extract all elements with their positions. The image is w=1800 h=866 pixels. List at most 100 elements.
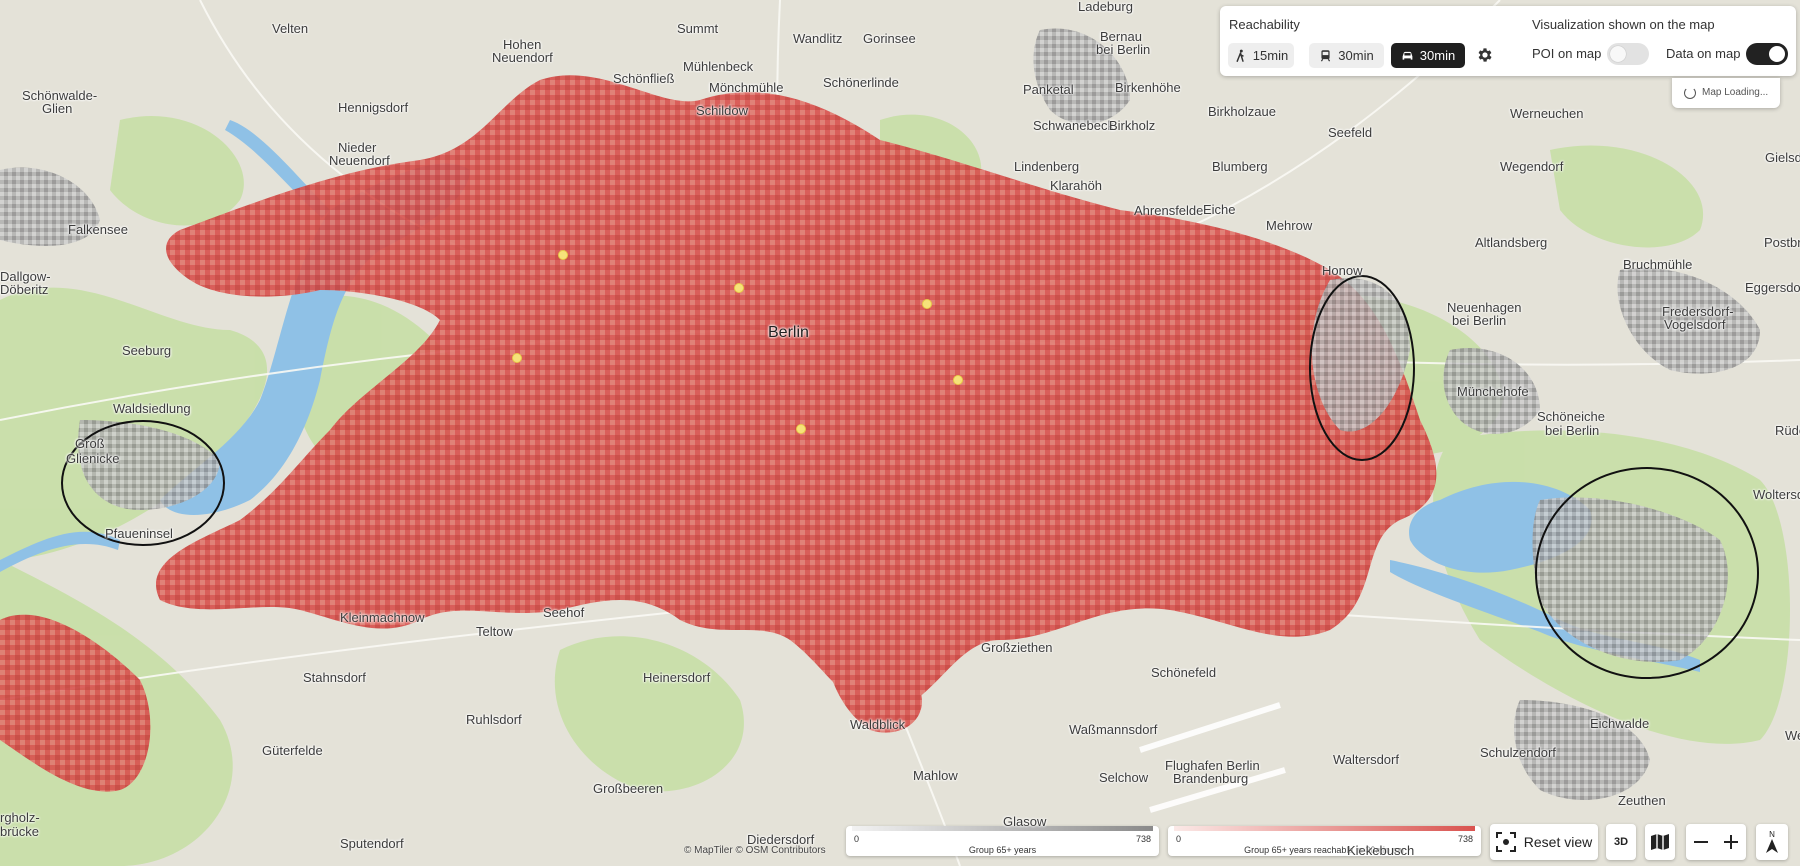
- reachability-panel: Reachability 15min 30min 30min Visualiza…: [1220, 6, 1796, 76]
- zoom-controls: [1686, 824, 1746, 860]
- poi-marker[interactable]: [734, 283, 744, 293]
- place-label: Schwanebeck: [1033, 118, 1114, 133]
- place-label: Bruchmühle: [1623, 257, 1693, 272]
- transit-30min-chip[interactable]: 30min: [1309, 43, 1384, 68]
- compass-north-label: N: [1769, 830, 1775, 839]
- place-label: Birkholz: [1109, 118, 1156, 133]
- walk-15min-chip[interactable]: 15min: [1228, 43, 1294, 68]
- place-label: Großziethen: [981, 640, 1053, 655]
- place-label: Kiekebusch: [1347, 843, 1415, 858]
- car-30min-chip[interactable]: 30min: [1391, 43, 1465, 68]
- place-label: Teltow: [476, 624, 513, 639]
- legend-label: Group 65+ years reachable in 30min car: [1244, 845, 1405, 855]
- place-label: Honow: [1322, 263, 1363, 278]
- place-label: Glienicke: [66, 451, 120, 466]
- place-label: Schönfließ: [613, 71, 675, 86]
- legend-label: Group 65+ years: [968, 845, 1037, 855]
- toggle-knob: [1610, 46, 1626, 62]
- place-label: Hennigsdorf: [338, 100, 409, 115]
- place-label: bei Berlin: [1545, 423, 1600, 438]
- place-label: Neuendorf: [329, 153, 390, 168]
- place-label: Werneuchen: [1510, 106, 1584, 121]
- place-label: Waldblick: [850, 717, 906, 732]
- compass-icon: [1766, 839, 1778, 853]
- reset-view-label: Reset view: [1523, 834, 1593, 850]
- place-label: Selchow: [1099, 770, 1149, 785]
- place-label: Birkholzaue: [1208, 104, 1276, 119]
- legend-min: 0: [1176, 834, 1182, 844]
- data-toggle[interactable]: [1746, 43, 1788, 65]
- place-label: Woltersdorf: [1753, 487, 1800, 502]
- poi-marker[interactable]: [922, 299, 932, 309]
- chip-label: 15min: [1252, 48, 1289, 63]
- place-label: Wegendorf: [1500, 159, 1564, 174]
- place-label: Vogelsdorf: [1664, 317, 1726, 332]
- car-icon: [1402, 51, 1413, 60]
- map-icon: [1651, 834, 1669, 850]
- chip-label: 30min: [1338, 48, 1374, 63]
- place-label: Kleinmachnow: [340, 610, 425, 625]
- place-label: Panketal: [1023, 82, 1074, 97]
- place-label: Glien: [42, 101, 73, 116]
- place-label: Döberitz: [0, 282, 49, 297]
- map-style-button[interactable]: [1645, 824, 1675, 860]
- legend-group-65-reachable: 0 738 Group 65+ years reachable in 30min…: [1168, 826, 1481, 856]
- poi-marker[interactable]: [796, 424, 806, 434]
- place-label: Rüde-: [1775, 423, 1800, 438]
- place-label: Ladeburg: [1078, 0, 1133, 14]
- place-label: Eiche: [1203, 202, 1236, 217]
- place-label: Schildow: [696, 103, 749, 118]
- place-label: Wandlitz: [793, 31, 843, 46]
- reachability-title: Reachability: [1229, 17, 1300, 32]
- loading-text: Map Loading...: [1702, 87, 1769, 98]
- transit-icon: [1321, 50, 1331, 62]
- place-label: Neuendorf: [492, 50, 553, 65]
- place-label: Lindenberg: [1014, 159, 1080, 174]
- poi-marker[interactable]: [558, 250, 568, 260]
- place-label: Werns-: [1785, 728, 1800, 743]
- poi-marker[interactable]: [953, 375, 963, 385]
- place-label: Heinersdorf: [643, 670, 711, 685]
- focus-icon: [1495, 832, 1516, 852]
- place-label: Groß: [75, 436, 105, 451]
- 3d-toggle-button[interactable]: 3D: [1606, 824, 1636, 860]
- place-label: Zeuthen: [1618, 793, 1666, 808]
- place-label: Güterfelde: [262, 743, 323, 758]
- data-toggle-label: Data on map: [1666, 46, 1741, 61]
- place-label: Klarahöh: [1050, 178, 1103, 193]
- zoom-in-icon[interactable]: [1723, 834, 1739, 850]
- place-label: Waßmannsdorf: [1069, 722, 1158, 737]
- place-label: Altlandsberg: [1475, 235, 1548, 250]
- legend-max: 738: [1135, 834, 1151, 844]
- poi-toggle[interactable]: [1607, 43, 1649, 65]
- place-label: Diedersdorf: [747, 832, 815, 847]
- place-label: Mehrow: [1266, 218, 1313, 233]
- place-label: bei Berlin: [1096, 42, 1151, 57]
- place-label: Seehof: [543, 605, 585, 620]
- place-label: Mühlenbeck: [683, 59, 754, 74]
- place-label: Mönchmühle: [709, 80, 784, 95]
- place-label: Waldsiedlung: [113, 401, 191, 416]
- place-label: Birkenhöhe: [1115, 80, 1181, 95]
- place-label: brücke: [0, 824, 40, 839]
- place-label: Summt: [677, 21, 719, 36]
- place-label: Stahnsdorf: [303, 670, 366, 685]
- zoom-out-icon[interactable]: [1693, 834, 1709, 850]
- place-label: Münchehofe: [1457, 384, 1529, 399]
- legend-gradient: [1174, 826, 1475, 831]
- gear-icon[interactable]: [1476, 46, 1494, 64]
- place-label: Gorinsee: [863, 31, 916, 46]
- place-label: Postbruch: [1764, 235, 1800, 250]
- compass-button[interactable]: N: [1756, 824, 1788, 860]
- place-label: Waltersdorf: [1333, 752, 1399, 767]
- place-label: Pfaueninsel: [105, 526, 173, 541]
- map-canvas[interactable]: [0, 0, 1800, 866]
- poi-marker[interactable]: [512, 353, 522, 363]
- legend-group-65: 0 738 Group 65+ years: [846, 826, 1159, 856]
- place-label: rgholz-: [0, 810, 40, 825]
- place-label: Velten: [272, 21, 309, 36]
- place-label: Schulzendorf: [1480, 745, 1556, 760]
- place-label: Blumberg: [1212, 159, 1268, 174]
- reset-view-button[interactable]: Reset view: [1490, 824, 1598, 860]
- place-label: Seefeld: [1328, 125, 1373, 140]
